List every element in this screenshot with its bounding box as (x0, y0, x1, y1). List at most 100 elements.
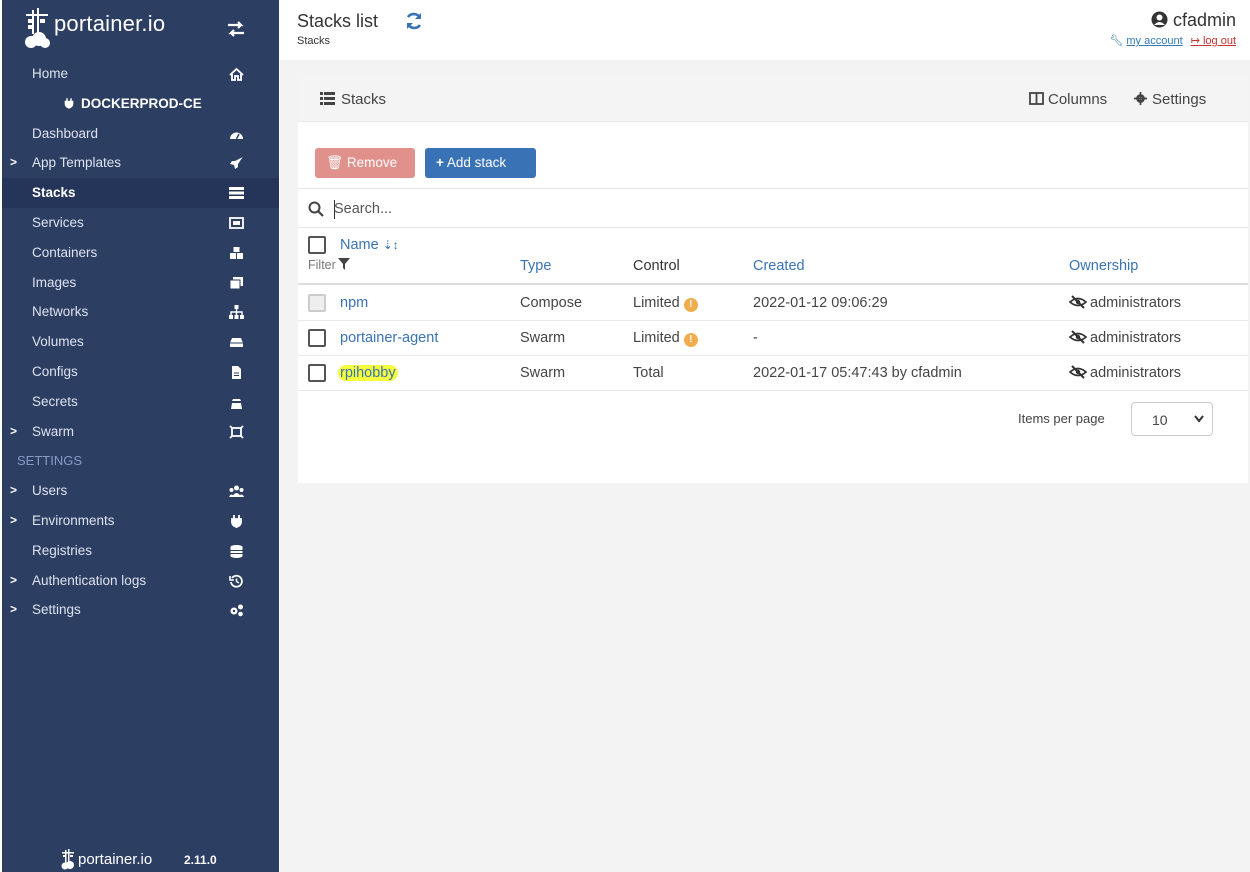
sidebar-item-app-templates[interactable]: > App Templates (2, 148, 279, 178)
remove-label: Remove (346, 155, 398, 170)
file-icon (232, 365, 241, 379)
chevron-right-icon[interactable]: > (10, 155, 17, 169)
sidebar-item-label: Swarm (32, 423, 75, 439)
sidebar-item-configs[interactable]: Configs (2, 357, 279, 387)
name-column-header[interactable]: Name ⇣↕ (340, 237, 399, 253)
stack-created: 2022-01-17 05:47:43 by cfadmin (753, 365, 962, 381)
sidebar-item-volumes[interactable]: Volumes (2, 327, 279, 357)
user-menu: cfadmin (1151, 10, 1236, 31)
stack-control: Limited! (633, 295, 698, 312)
database-icon (230, 544, 243, 558)
ownership-column-header[interactable]: Ownership (1069, 258, 1138, 274)
columns-button[interactable]: Columns (1029, 91, 1107, 108)
control-column-header: Control (633, 258, 680, 274)
sidebar: portainer.io Home DOCKERPROD-CE Dashboard >… (2, 0, 279, 872)
stack-created: 2022-01-12 09:06:29 (753, 295, 888, 311)
sidebar-item-services[interactable]: Services (2, 208, 279, 238)
stack-ownership: administrators (1069, 295, 1181, 311)
ownership-label: administrators (1090, 295, 1182, 311)
sidebar-item-label: DOCKERPROD-CE (81, 95, 202, 111)
row-checkbox[interactable] (308, 329, 326, 347)
sidebar-item-label: Containers (32, 244, 98, 260)
stacks-widget: Stacks Columns Settings 🗑︎ Remove + Add … (298, 78, 1248, 483)
sidebar-item-containers[interactable]: Containers (2, 238, 279, 268)
eye-slash-icon (1069, 295, 1087, 309)
sidebar-item-registries[interactable]: Registries (2, 536, 279, 566)
remove-button[interactable]: 🗑︎ Remove (315, 148, 415, 178)
sidebar-item-label: Stacks (32, 185, 76, 201)
stack-name-link[interactable]: rpihobby (338, 365, 398, 381)
page-title: Stacks list (297, 11, 379, 31)
items-per-page-select[interactable]: 10 (1131, 402, 1213, 436)
logout-link[interactable]: ↦ log out (1191, 35, 1236, 47)
sidebar-item-dashboard[interactable]: Dashboard (2, 119, 279, 149)
row-checkbox[interactable] (308, 364, 326, 382)
sidebar-item-label: Networks (32, 304, 89, 320)
sidebar-item-label: Volumes (32, 334, 84, 350)
refresh-icon[interactable] (404, 11, 424, 31)
my-account-link[interactable]: my account (1126, 35, 1182, 47)
stack-type: Compose (520, 295, 583, 311)
stack-control: Total (633, 365, 664, 381)
table-row: portainer-agent Swarm Limited! - administrat… (298, 321, 1248, 356)
cogs-icon (230, 604, 243, 617)
sidebar-item-label: App Templates (32, 155, 122, 171)
add-stack-label: Add stack (446, 155, 507, 170)
search-bar (298, 188, 1248, 228)
page-header: Stacks list Stacks cfadmin 🔧︎ my account… (280, 0, 1250, 60)
select-all-checkbox[interactable] (308, 236, 326, 254)
home-icon (229, 67, 244, 81)
chevron-right-icon[interactable]: > (10, 513, 17, 527)
sort-icon: ⇣↕ (382, 238, 399, 252)
settings-label: Settings (1152, 91, 1207, 108)
logout-label: log out (1202, 35, 1236, 47)
main-content: Stacks Columns Settings 🗑︎ Remove + Add … (280, 60, 1250, 872)
items-per-page-value: 10 (1152, 412, 1168, 428)
chevron-right-icon[interactable]: > (10, 424, 17, 438)
sidebar-item-environments[interactable]: > Environments (2, 506, 279, 536)
stack-ownership: administrators (1069, 365, 1181, 381)
footer-brand: portainer.io (78, 851, 153, 868)
sidebar-environment-dockerprod-ce[interactable]: DOCKERPROD-CE (2, 89, 279, 119)
sidebar-item-secrets[interactable]: Secrets (2, 387, 279, 417)
widget-title-label: Stacks (341, 91, 387, 108)
chevron-right-icon[interactable]: > (10, 573, 17, 587)
chevron-down-icon (1194, 415, 1204, 423)
sidebar-item-stacks[interactable]: Stacks (2, 178, 279, 208)
warning-icon: ! (683, 333, 698, 347)
type-column-header[interactable]: Type (520, 258, 551, 274)
sidebar-item-networks[interactable]: Networks (2, 297, 279, 327)
sign-out-icon: ↦ (1190, 35, 1200, 47)
stack-name-link[interactable]: portainer-agent (340, 330, 438, 346)
sidebar-item-authentication-logs[interactable]: > Authentication logs (2, 566, 279, 596)
sidebar-item-label: Settings (32, 602, 81, 618)
sidebar-item-settings[interactable]: > Settings (2, 595, 279, 625)
columns-icon (1029, 92, 1044, 105)
chevron-right-icon[interactable]: > (10, 602, 17, 616)
sidebar-item-images[interactable]: Images (2, 268, 279, 298)
search-input[interactable] (334, 197, 934, 221)
dashboard-icon (230, 132, 243, 139)
swap-icon[interactable] (226, 20, 246, 38)
wrench-icon: 🔧︎ (1109, 35, 1124, 47)
portainer-footer-logo-icon (61, 849, 74, 870)
sidebar-brand[interactable]: portainer.io (2, 0, 279, 58)
sidebar-item-label: Configs (32, 363, 78, 379)
name-filter[interactable]: Filter (308, 258, 350, 272)
portainer-logo-icon (25, 8, 50, 48)
sidebar-item-label: Users (32, 483, 68, 499)
sidebar-item-users[interactable]: > Users (2, 476, 279, 506)
widget-title: Stacks (320, 91, 386, 108)
text-cursor (334, 200, 335, 219)
plug-icon (231, 514, 242, 528)
name-header-label: Name (340, 237, 379, 253)
chevron-right-icon[interactable]: > (10, 483, 17, 497)
created-column-header[interactable]: Created (753, 258, 805, 274)
settings-button[interactable]: Settings (1133, 91, 1206, 108)
sidebar-item-home[interactable]: Home (2, 59, 279, 89)
add-stack-button[interactable]: + Add stack (425, 148, 536, 178)
hdd-icon (230, 338, 243, 348)
sidebar-item-swarm[interactable]: > Swarm (2, 417, 279, 447)
stack-name-link[interactable]: npm (340, 295, 368, 311)
user-secret-icon (231, 398, 242, 409)
